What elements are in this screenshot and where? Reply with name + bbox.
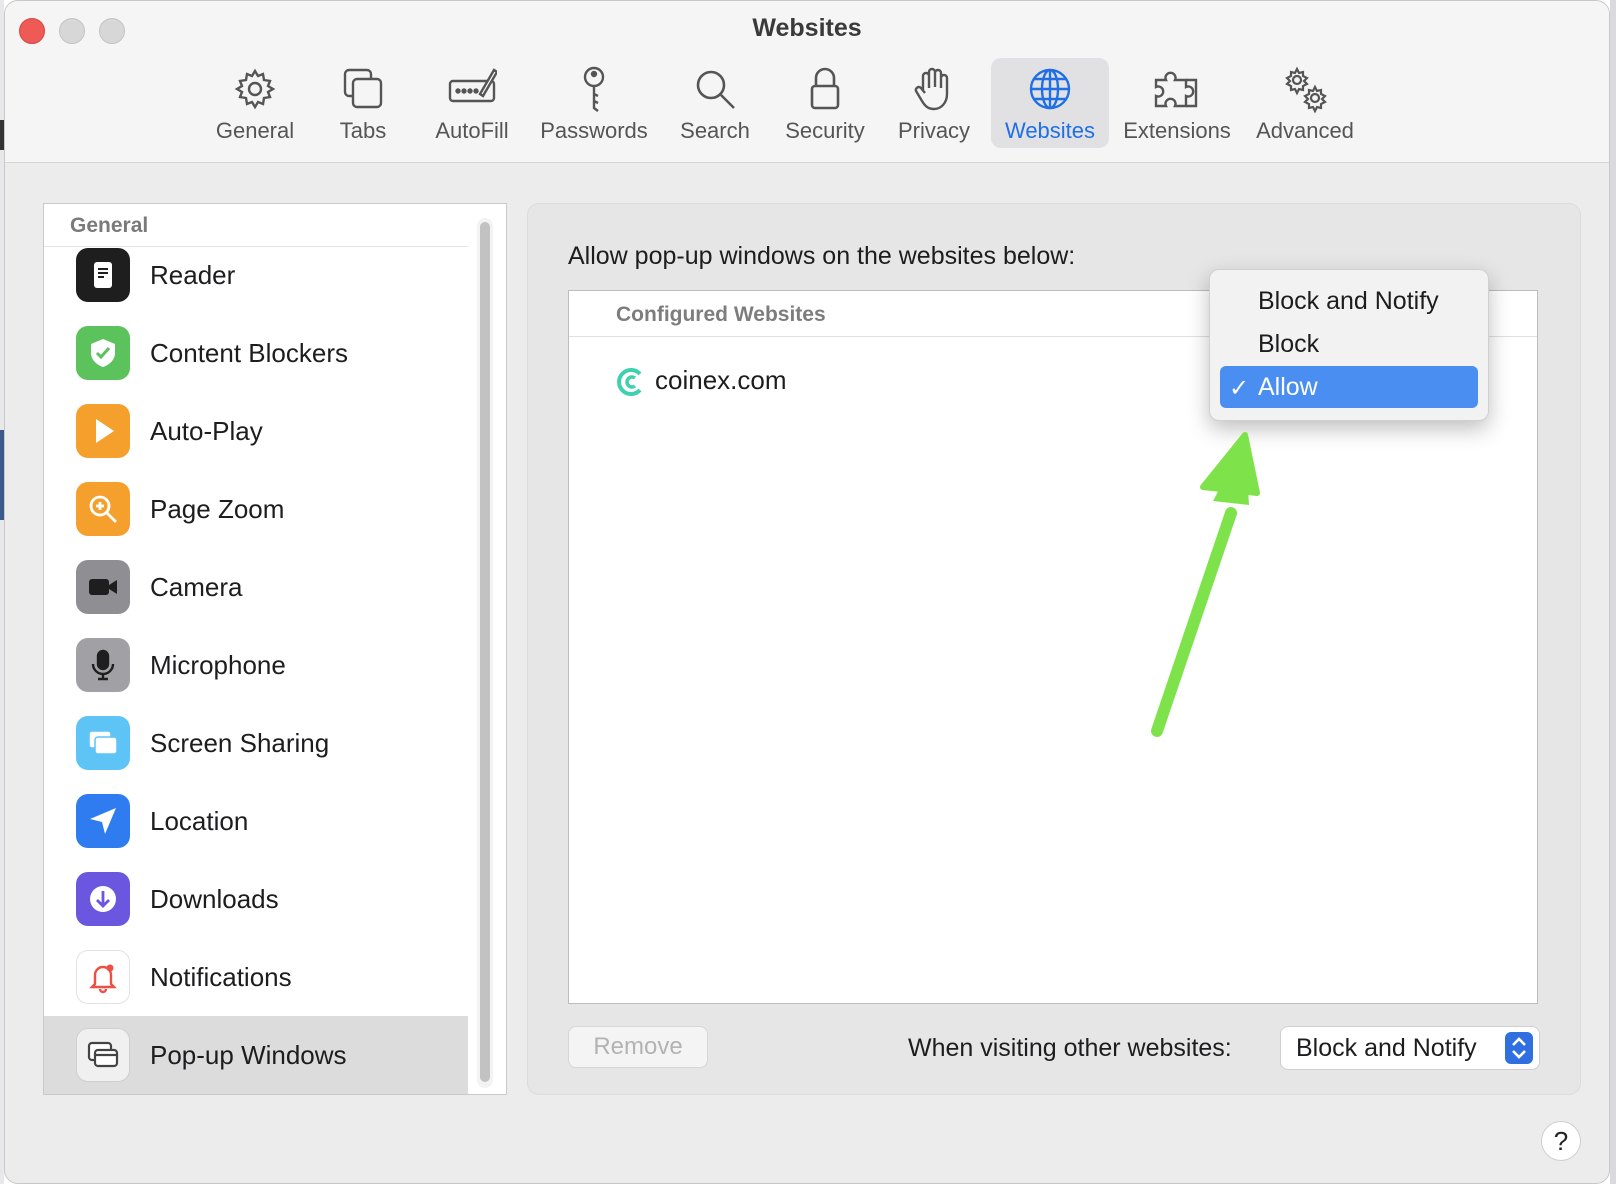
sidebar-item-page-zoom[interactable]: Page Zoom [44,470,468,548]
checkmark-icon: ✓ [1229,375,1250,402]
shield-icon [76,326,130,380]
tab-extensions[interactable]: Extensions [1119,58,1235,148]
sidebar-scrollbar[interactable] [477,218,493,1088]
scrollbar-thumb[interactable] [480,222,490,1082]
globe-icon [1029,68,1071,110]
microphone-icon [76,638,130,692]
sidebar-item-location[interactable]: Location [44,782,468,860]
desktop-right-edge [1610,0,1616,1184]
reader-icon [76,248,130,302]
sidebar-item-content-blockers[interactable]: Content Blockers [44,314,468,392]
coinex-favicon-icon [617,368,642,396]
tab-websites[interactable]: Websites [991,58,1109,148]
zoom-icon [76,482,130,536]
sidebar-section-header: General [70,214,149,237]
key-icon [583,66,605,112]
other-websites-label: When visiting other websites: [908,1034,1232,1062]
site-name: coinex.com [655,365,787,395]
bell-icon [76,950,130,1004]
tabs-icon [343,68,383,109]
sidebar-item-reader[interactable]: Reader [44,236,468,314]
other-websites-value: Block and Notify [1296,1034,1477,1062]
sidebar-item-screen-sharing[interactable]: Screen Sharing [44,704,468,782]
tab-advanced[interactable]: Advanced [1253,58,1357,148]
download-icon [76,872,130,926]
chevron-updown-icon [1505,1032,1533,1064]
annotation-arrow-icon [1151,432,1260,737]
hand-icon [914,67,949,111]
sidebar-item-notifications[interactable]: Notifications [44,938,468,1016]
preferences-window: Websites General Tabs AutoFill Passwords… [4,0,1610,1184]
other-websites-select[interactable]: Block and Notify [1280,1026,1540,1070]
pencil-form-icon [448,68,497,103]
panel-heading: Allow pop-up windows on the websites bel… [568,242,1076,270]
menu-item-block-and-notify[interactable]: Block and Notify [1220,280,1478,322]
camera-icon [76,560,130,614]
site-setting-menu: Block and Notify Block ✓ Allow [1209,269,1489,421]
sidebar-item-pop-up-windows[interactable]: Pop-up Windows [44,1016,468,1094]
play-icon [76,404,130,458]
sidebar-item-downloads[interactable]: Downloads [44,860,468,938]
sidebar-item-microphone[interactable]: Microphone [44,626,468,704]
gears-icon [1285,66,1327,114]
tab-search[interactable]: Search [671,58,759,148]
tab-passwords[interactable]: Passwords [537,58,651,148]
tab-security[interactable]: Security [777,58,873,148]
toolbar: Websites General Tabs AutoFill Passwords… [5,1,1609,163]
menu-item-block[interactable]: Block [1220,323,1478,365]
tab-tabs[interactable]: Tabs [327,58,399,148]
menu-item-allow[interactable]: ✓ Allow [1220,366,1478,408]
tab-general[interactable]: General [211,58,299,148]
column-header-configured-websites: Configured Websites [616,303,826,326]
puzzle-icon [1154,71,1198,108]
tab-privacy[interactable]: Privacy [891,58,977,148]
sidebar: General Reader Content Blockers Auto-Pla… [43,203,507,1095]
remove-button[interactable]: Remove [568,1026,708,1068]
location-icon [76,794,130,848]
help-button[interactable]: ? [1541,1121,1581,1161]
sidebar-item-camera[interactable]: Camera [44,548,468,626]
gear-icon [234,68,276,110]
popup-window-icon [76,1028,130,1082]
tab-autofill[interactable]: AutoFill [431,58,513,148]
window-title: Websites [752,14,862,42]
lock-icon [810,67,840,110]
screen-sharing-icon [76,716,130,770]
search-icon [696,70,735,109]
sidebar-item-auto-play[interactable]: Auto-Play [44,392,468,470]
